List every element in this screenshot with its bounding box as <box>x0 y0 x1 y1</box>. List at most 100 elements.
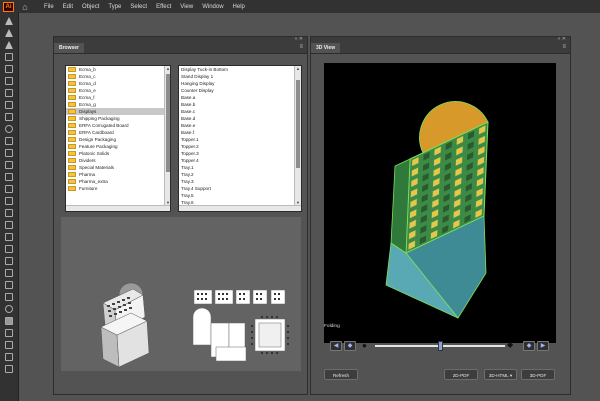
zoom-tool-icon[interactable] <box>5 305 13 313</box>
item-scrollbar[interactable]: ▲ ▼ <box>294 66 301 206</box>
2d-pdf-button[interactable]: 2D-PDF <box>444 369 478 380</box>
item-list-item[interactable]: Tray.3 <box>179 178 301 185</box>
stroke-color-icon[interactable] <box>5 329 13 337</box>
panel-menu-icon[interactable]: ≡ <box>299 44 303 50</box>
hand-tool-icon[interactable] <box>5 293 13 301</box>
folding-slider-knob[interactable] <box>438 341 443 351</box>
folder-list-item[interactable]: ERFA Cardboard <box>66 129 170 136</box>
folder-list-item[interactable]: Ecma_b <box>66 66 170 73</box>
item-list-item[interactable]: Tray.5 <box>179 192 301 199</box>
folder-list-item[interactable]: Ecma_e <box>66 87 170 94</box>
refresh-button[interactable]: Refresh <box>324 369 358 380</box>
mesh-tool-icon[interactable] <box>5 197 13 205</box>
folder-list-item[interactable]: Special Materials <box>66 164 170 171</box>
paintbrush-tool-icon[interactable] <box>5 89 13 97</box>
rectangle-tool-icon[interactable] <box>5 77 13 85</box>
item-list-item[interactable]: Base.c <box>179 108 301 115</box>
folder-list-item[interactable]: Ecma_f <box>66 94 170 101</box>
item-list-item[interactable]: Display Tuck-in Bottom <box>179 66 301 73</box>
shape-builder-tool-icon[interactable] <box>5 173 13 181</box>
item-hscrollbar[interactable] <box>179 205 301 211</box>
slice-tool-icon[interactable] <box>5 281 13 289</box>
folder-list-item[interactable]: Dividers <box>66 157 170 164</box>
menu-file[interactable]: File <box>44 4 54 10</box>
3d-pdf-button[interactable]: 3D-PDF <box>521 369 555 380</box>
item-list-item[interactable]: Base.e <box>179 122 301 129</box>
free-transform-tool-icon[interactable] <box>5 161 13 169</box>
warp-tool-icon[interactable] <box>5 149 13 157</box>
folder-list-item[interactable]: Platonic Solids <box>66 150 170 157</box>
menu-object[interactable]: Object <box>82 4 99 10</box>
scroll-up-icon[interactable]: ▲ <box>295 66 301 72</box>
item-list-item[interactable]: Counter Display <box>179 87 301 94</box>
menu-view[interactable]: View <box>180 4 193 10</box>
graph-tool-icon[interactable] <box>5 257 13 265</box>
folder-scrollbar[interactable]: ▲ ▼ <box>164 66 170 206</box>
direct-selection-tool-icon[interactable] <box>5 29 13 37</box>
panel-menu-icon[interactable]: ≡ <box>562 44 566 50</box>
folder-scroll-thumb[interactable] <box>166 74 170 172</box>
home-icon[interactable]: ⌂ <box>20 2 30 12</box>
fold-step-forward-icon[interactable]: ▶ <box>537 341 549 351</box>
item-list-item[interactable]: Topper.1 <box>179 136 301 143</box>
draw-mode-icon[interactable] <box>5 341 13 349</box>
tab-3d-view[interactable]: 3D View <box>311 43 341 53</box>
folder-list-item[interactable]: ERFA Corrugated Board <box>66 122 170 129</box>
item-list-item[interactable]: Topper.4 <box>179 157 301 164</box>
curvature-tool-icon[interactable] <box>5 53 13 61</box>
menu-edit[interactable]: Edit <box>63 4 73 10</box>
menu-select[interactable]: Select <box>130 4 147 10</box>
menu-window[interactable]: Window <box>202 4 223 10</box>
menu-help[interactable]: Help <box>233 4 245 10</box>
item-list-item[interactable]: Stand Display 1 <box>179 73 301 80</box>
eraser-tool-icon[interactable] <box>5 113 13 121</box>
eyedropper-tool-icon[interactable] <box>5 221 13 229</box>
folder-list-item[interactable]: Design Packaging <box>66 136 170 143</box>
folder-hscrollbar[interactable] <box>66 205 170 211</box>
scale-tool-icon[interactable] <box>5 137 13 145</box>
item-list-item[interactable]: Tray.1 <box>179 164 301 171</box>
perspective-grid-tool-icon[interactable] <box>5 185 13 193</box>
item-list-item[interactable]: Base.d <box>179 115 301 122</box>
item-list-item[interactable]: Hanging Display <box>179 80 301 87</box>
menu-type[interactable]: Type <box>108 4 121 10</box>
folder-list-item[interactable]: Shipping Packaging <box>66 115 170 122</box>
fold-step-back-icon[interactable]: ◀ <box>330 341 342 351</box>
fill-color-icon[interactable] <box>5 317 13 325</box>
view3d-panel-controls[interactable]: » ✕ <box>558 36 566 42</box>
fold-last-icon[interactable]: ◆ <box>523 341 535 351</box>
folder-list-item[interactable]: Feature Packaging <box>66 143 170 150</box>
blend-tool-icon[interactable] <box>5 233 13 241</box>
symbol-sprayer-tool-icon[interactable] <box>5 245 13 253</box>
folder-list-item[interactable]: Ecma_d <box>66 80 170 87</box>
fold-first-icon[interactable]: ◆ <box>344 341 356 351</box>
pencil-tool-icon[interactable] <box>5 101 13 109</box>
3d-viewport[interactable] <box>324 63 556 343</box>
item-scroll-thumb[interactable] <box>296 80 300 168</box>
menu-effect[interactable]: Effect <box>156 4 171 10</box>
item-list-item[interactable]: Base.a <box>179 94 301 101</box>
3d-html-button[interactable]: 3D-HTML ▾ <box>484 369 517 380</box>
scroll-up-icon[interactable]: ▲ <box>165 66 170 72</box>
browser-panel-controls[interactable]: » ✕ <box>295 36 303 42</box>
folder-list-item[interactable]: Ecma_g <box>66 101 170 108</box>
pen-tool-icon[interactable] <box>5 41 13 49</box>
edit-toolbar-icon[interactable] <box>5 365 13 373</box>
folder-list-item[interactable]: Pharma <box>66 171 170 178</box>
screen-mode-icon[interactable] <box>5 353 13 361</box>
selection-tool-icon[interactable] <box>5 17 13 25</box>
gradient-tool-icon[interactable] <box>5 209 13 217</box>
artboard-tool-icon[interactable] <box>5 269 13 277</box>
rotate-tool-icon[interactable] <box>5 125 13 133</box>
item-list-item[interactable]: Base.b <box>179 101 301 108</box>
folder-list-item[interactable]: Furniture <box>66 185 170 192</box>
item-list-item[interactable]: Tray.4 Support <box>179 185 301 192</box>
folder-list-item[interactable]: Ecma_c <box>66 73 170 80</box>
item-list-item[interactable]: Tray.2 <box>179 171 301 178</box>
item-list-item[interactable]: Topper.2 <box>179 143 301 150</box>
folder-list-item[interactable]: Pharma_extra <box>66 178 170 185</box>
tab-browser[interactable]: Browser <box>54 43 85 53</box>
item-list-item[interactable]: Topper.3 <box>179 150 301 157</box>
type-tool-icon[interactable] <box>5 65 13 73</box>
folder-list-item[interactable]: Displays <box>66 108 170 115</box>
